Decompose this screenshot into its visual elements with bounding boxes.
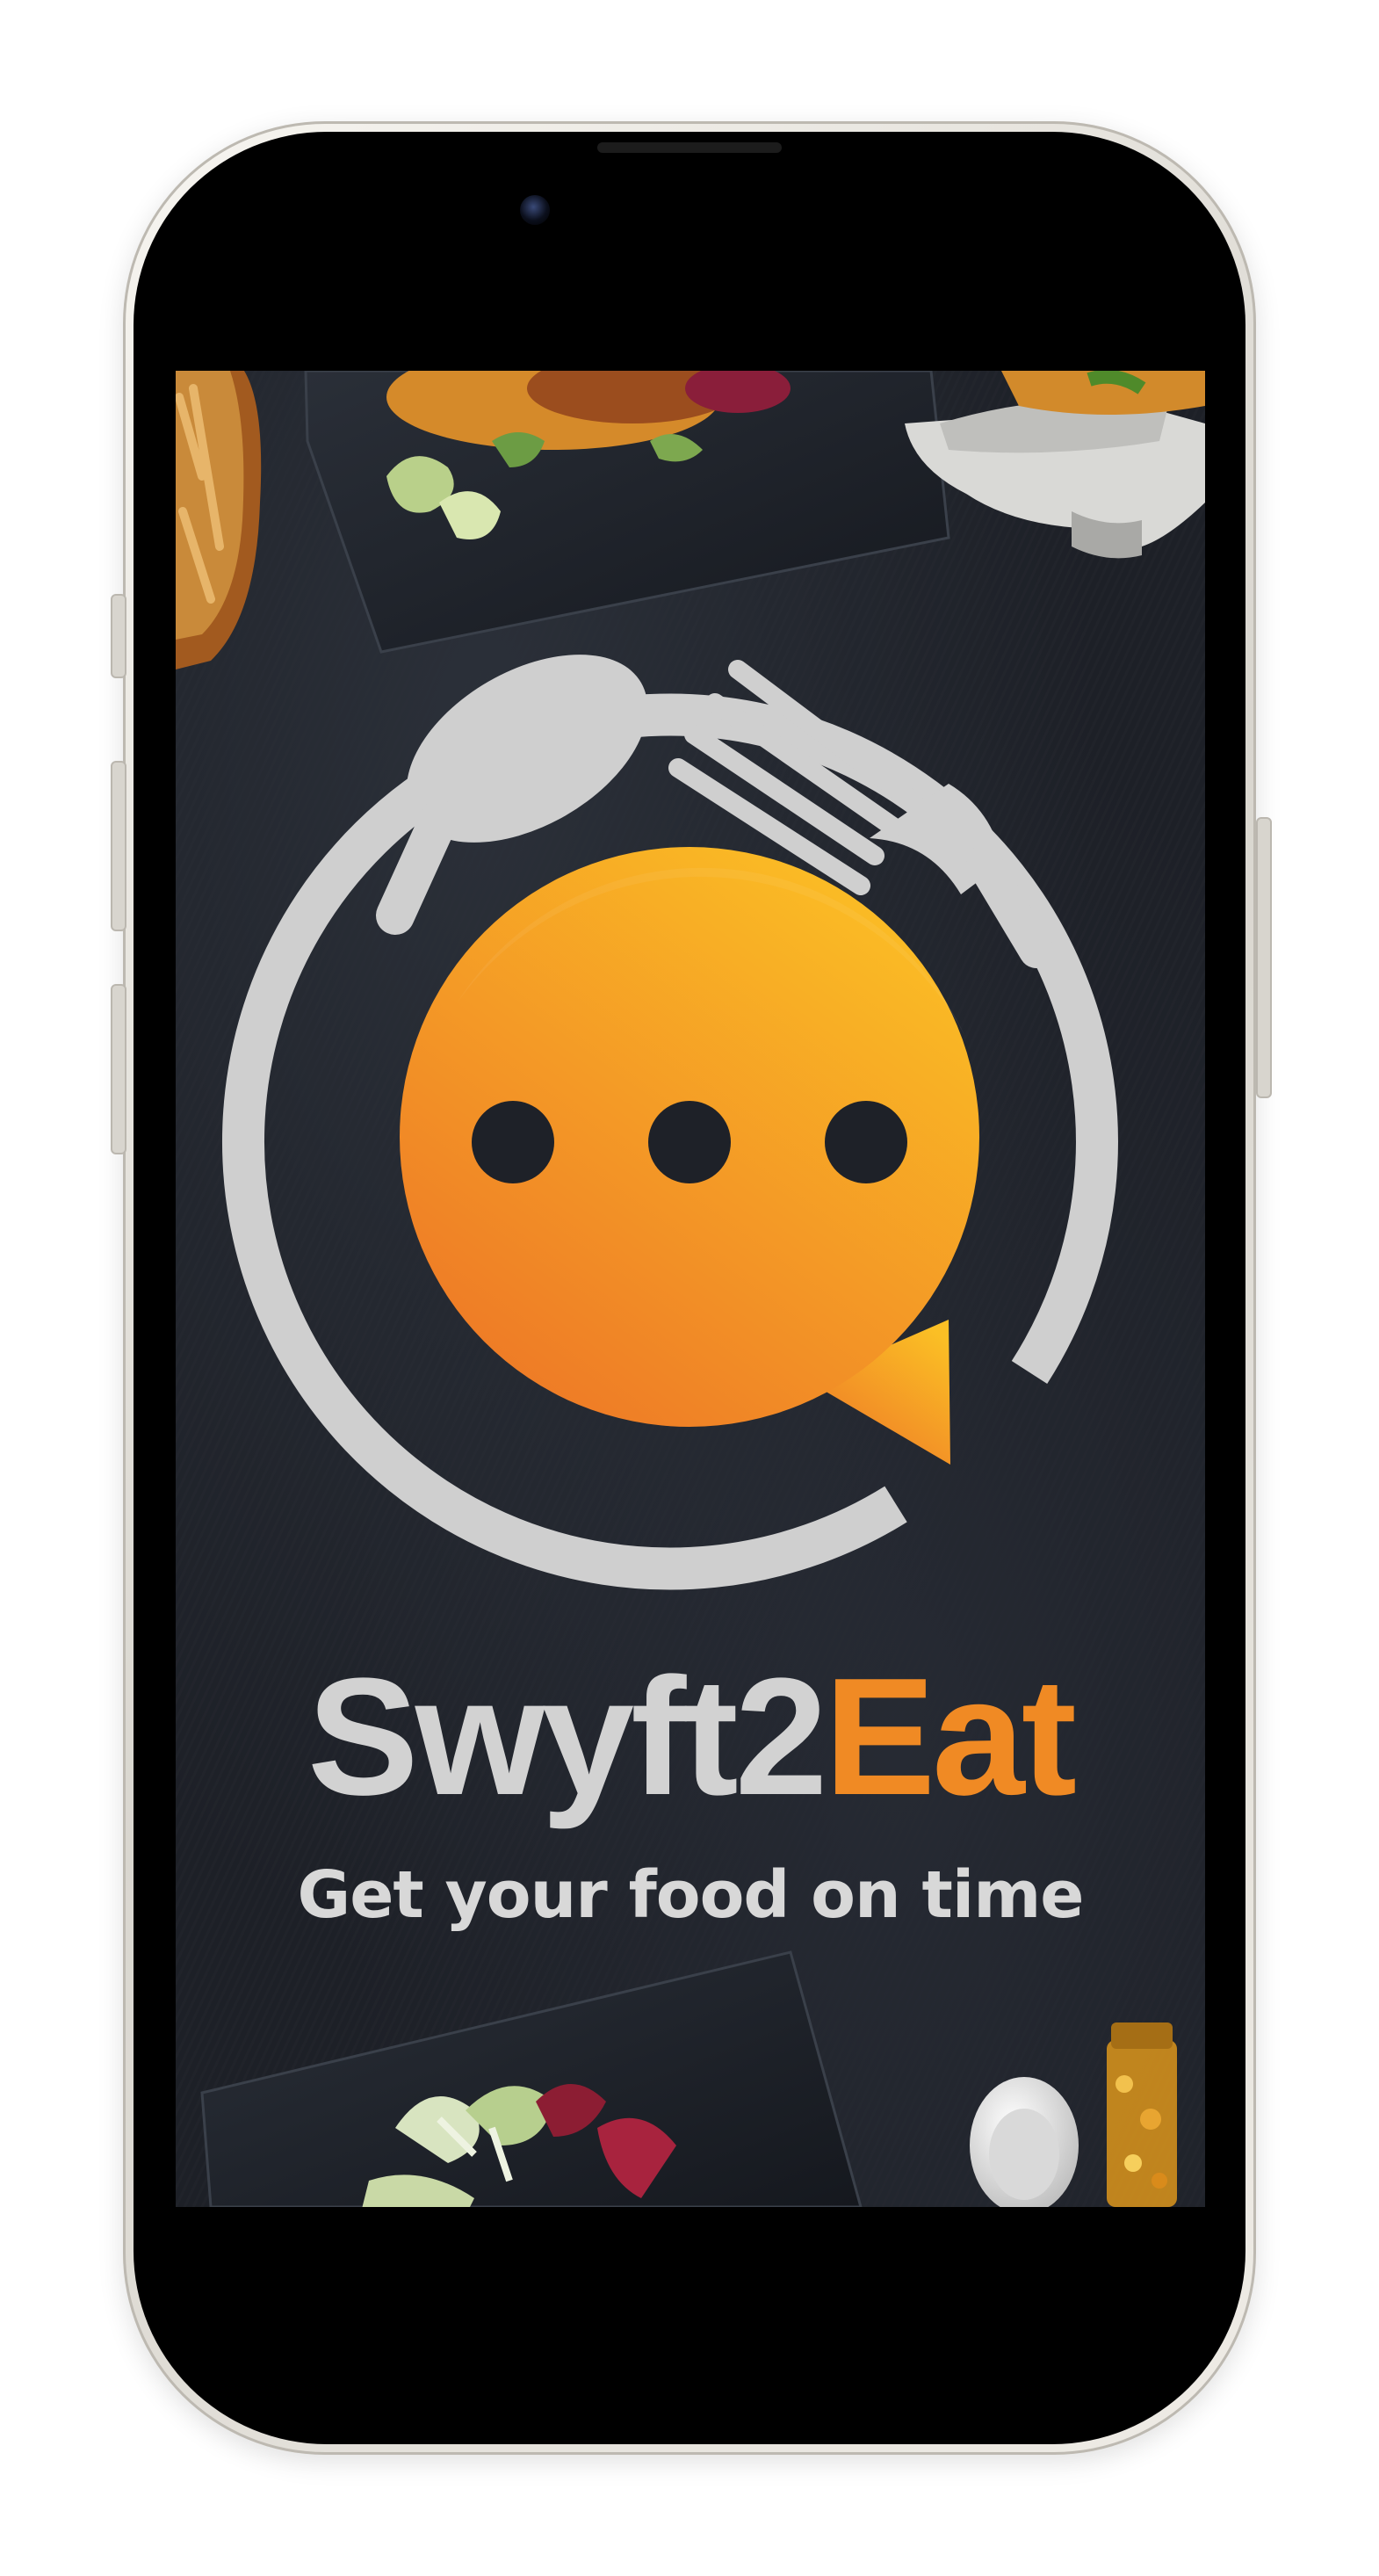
- splash-screen: Swyft2Eat Get your food on time: [176, 371, 1205, 2207]
- app-tagline: Get your food on time: [297, 1857, 1084, 1933]
- app-name-part2: Eat: [824, 1644, 1077, 1830]
- app-name-part1: Swyft2: [307, 1644, 827, 1830]
- earpiece-speaker: [597, 142, 782, 153]
- volume-up-button: [111, 761, 126, 931]
- bottom-right-spoon: [970, 2077, 1079, 2207]
- front-camera-icon: [520, 195, 550, 225]
- app-logo: [222, 655, 1118, 1590]
- app-name: Swyft2Eat: [176, 1653, 1205, 1820]
- volume-down-button: [111, 984, 126, 1154]
- bottom-slate-plate: [200, 1950, 863, 2207]
- typing-dots-icon: [472, 1101, 907, 1183]
- power-button: [1256, 817, 1272, 1098]
- bottom-right-spice-jar: [1107, 2022, 1177, 2207]
- mute-switch: [111, 594, 126, 678]
